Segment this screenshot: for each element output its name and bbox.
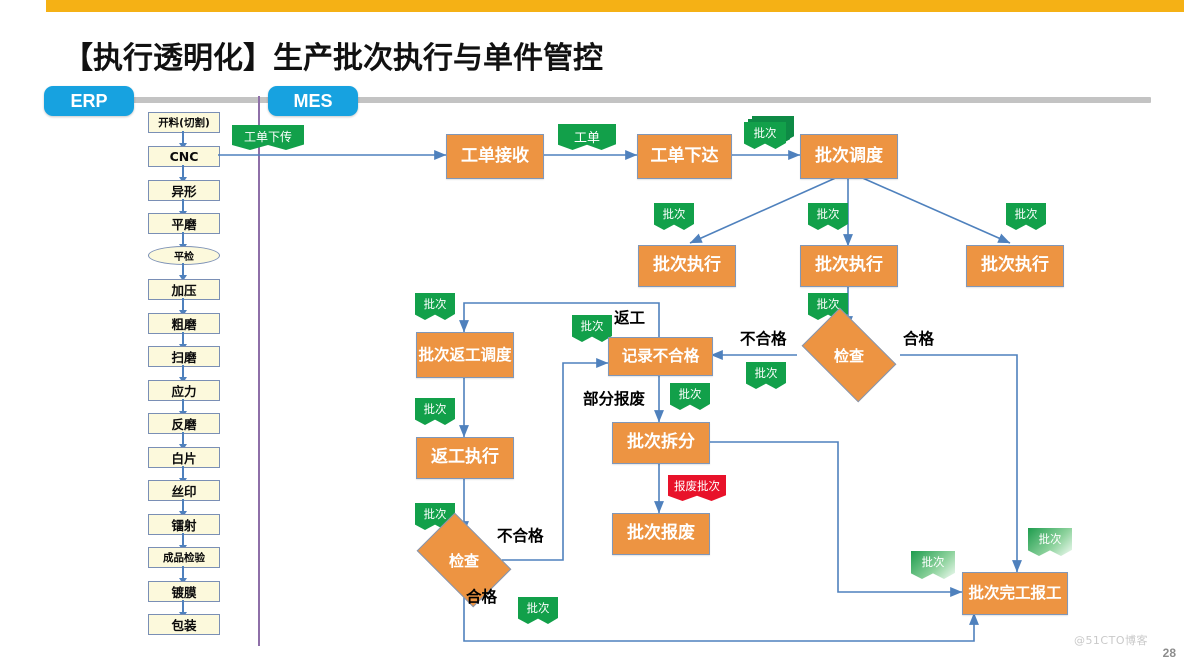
lane-separator-line <box>108 97 1151 103</box>
erp-step-jiaya: 加压 <box>148 279 220 300</box>
node-batch-exec-2[interactable]: 批次执行 <box>800 245 898 287</box>
erp-step-saomo: 扫磨 <box>148 346 220 367</box>
erp-connector <box>179 600 187 618</box>
tag-batch-record-ng: 批次 <box>572 315 612 342</box>
rework-schedule-line2: 返工调度 <box>449 345 512 364</box>
erp-step-pingjian: 平检 <box>148 246 220 265</box>
tag-batch-rework-exec: 批次 <box>415 398 455 425</box>
erp-step-yingli: 应力 <box>148 380 220 401</box>
node-batch-exec-1[interactable]: 批次执行 <box>638 245 736 287</box>
page-title: 【执行透明化】生产批次执行与单件管控 <box>63 41 603 76</box>
tag-batch-split: 批次 <box>670 383 710 410</box>
erp-connector <box>179 263 187 281</box>
tag-batch-rework-sched: 批次 <box>415 293 455 320</box>
erp-step-baozhuang: 包装 <box>148 614 220 635</box>
node-batch-exec-3[interactable]: 批次执行 <box>966 245 1064 287</box>
erp-connector <box>179 232 187 250</box>
tag-batch-ng: 批次 <box>746 362 786 389</box>
inspection-2-label: 检查 <box>448 551 479 570</box>
node-record-nonconforming[interactable]: 记录不合格 <box>608 337 713 376</box>
erp-step-kailiao: 开料(切割) <box>148 112 220 133</box>
node-inspection-1[interactable]: 检查 <box>801 307 897 403</box>
edge-label-ng-2: 不合格 <box>497 527 544 545</box>
page-number: 28 <box>1162 646 1176 660</box>
tag-scrap-batch: 报废批次 <box>668 475 726 501</box>
erp-step-chengpin-jianyan: 成品检验 <box>148 547 220 568</box>
finish-line2: 完工报工 <box>999 584 1062 603</box>
edge-label-rework: 返工 <box>614 309 646 327</box>
erp-step-cnc: CNC <box>148 146 220 167</box>
tag-batch-exec3: 批次 <box>1006 203 1046 230</box>
node-batch-split[interactable]: 批次拆分 <box>612 422 710 464</box>
erp-step-fanmo: 反磨 <box>148 413 220 434</box>
erp-step-siyin: 丝印 <box>148 480 220 501</box>
edge-label-partial-scrap: 部分报废 <box>583 390 646 408</box>
erp-step-dumo: 镀膜 <box>148 581 220 602</box>
node-batch-scrap[interactable]: 批次报废 <box>612 513 710 555</box>
erp-connector <box>179 298 187 316</box>
tag-work-order-download: 工单下传 <box>232 125 304 150</box>
erp-step-leishe: 镭射 <box>148 514 220 535</box>
inspection-1-label: 检查 <box>833 346 864 365</box>
finish-line1: 批次 <box>968 584 1000 603</box>
tag-work-order: 工单 <box>558 124 616 150</box>
tag-batch-exec2: 批次 <box>808 203 848 230</box>
rework-schedule-line1: 批次 <box>418 345 450 364</box>
tag-batch-ok2: 批次 <box>518 597 558 624</box>
lane-label-erp: ERP <box>44 86 134 116</box>
erp-connector <box>179 332 187 350</box>
watermark: @51CTO博客 <box>1073 634 1148 647</box>
erp-connector <box>179 199 187 217</box>
edge-label-ng-1: 不合格 <box>740 330 787 348</box>
erp-connector <box>179 533 187 551</box>
node-rework-schedule[interactable]: 批次 返工调度 <box>416 332 514 378</box>
tag-batch-finish-left: 批次 <box>911 551 955 579</box>
node-work-order-receive[interactable]: 工单接收 <box>446 134 544 179</box>
erp-connector <box>179 165 187 183</box>
node-batch-schedule[interactable]: 批次调度 <box>800 134 898 179</box>
erp-connector <box>179 365 187 383</box>
erp-connector <box>179 131 187 149</box>
erp-step-yixing: 异形 <box>148 180 220 201</box>
erp-connector <box>179 466 187 484</box>
erp-step-baipian: 白片 <box>148 447 220 468</box>
erp-connector <box>179 499 187 517</box>
erp-connector <box>179 399 187 417</box>
erp-step-pingmo: 平磨 <box>148 213 220 234</box>
erp-connector <box>179 566 187 584</box>
lane-label-mes: MES <box>268 86 358 116</box>
node-inspection-2[interactable]: 检查 <box>416 512 512 608</box>
top-accent-bar <box>46 0 1184 12</box>
node-work-order-release[interactable]: 工单下达 <box>637 134 732 179</box>
erp-connector <box>179 432 187 450</box>
tag-batch-exec1: 批次 <box>654 203 694 230</box>
slide-canvas: 【执行透明化】生产批次执行与单件管控 ERP MES 开料(切割) CNC 异形… <box>0 0 1184 666</box>
tag-batch-finish-top: 批次 <box>1028 528 1072 556</box>
node-rework-execute[interactable]: 返工执行 <box>416 437 514 479</box>
erp-step-cumo: 粗磨 <box>148 313 220 334</box>
edge-label-ok-1: 合格 <box>903 330 935 348</box>
lane-vertical-divider <box>258 96 260 646</box>
edge-label-ok-2: 合格 <box>466 588 498 606</box>
node-batch-finish-report[interactable]: 批次 完工报工 <box>962 572 1068 615</box>
